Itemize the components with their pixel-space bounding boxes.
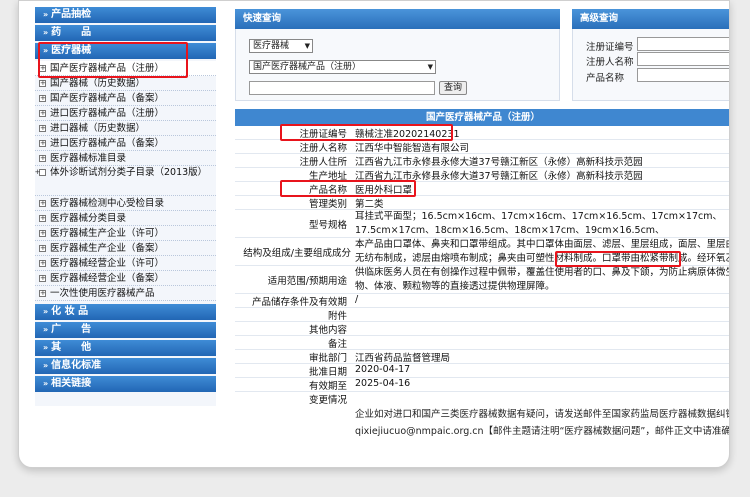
double-arrow-icon: »: [43, 379, 49, 388]
plus-box-icon: +: [39, 64, 46, 72]
query-button[interactable]: 查询: [439, 81, 467, 95]
sidebar: » 产品抽检 » 药 品 » 医疗器械 + 国产医疗器械产品（注册） + 国产器械（历史数…: [35, 7, 216, 439]
sidebar-item[interactable]: + 进口医疗器械产品（注册）: [35, 106, 216, 121]
quick-search-header: 快速查询: [235, 9, 560, 29]
double-arrow-icon: »: [43, 46, 49, 55]
double-arrow-icon: »: [43, 343, 49, 352]
sidebar-item[interactable]: + 医疗器械经营企业（许可）: [35, 256, 216, 271]
table-row: 型号规格 耳挂式平面型；16.5cm×16cm、17cm×16cm、17cm×16…: [235, 210, 729, 238]
sidebar-item[interactable]: + 国产器械（历史数据）: [35, 76, 216, 91]
detail-table-header: 国产医疗器械产品（注册）: [235, 109, 729, 126]
sidebar-item[interactable]: + 医疗器械生产企业（许可）: [35, 226, 216, 241]
sidebar-item[interactable]: + 医疗器械标准目录: [35, 151, 216, 166]
sidebar-section-other[interactable]: » 其 他: [35, 340, 216, 356]
table-row: 备注: [235, 336, 729, 350]
quick-search-panel: 医疗器械 ▼ 国产医疗器械产品（注册） ▼ 查询: [235, 29, 560, 101]
sidebar-section-cosmetics[interactable]: » 化 妆 品: [35, 304, 216, 320]
table-row: 有效期至 2025-04-16: [235, 378, 729, 392]
table-row: 附件: [235, 308, 729, 322]
footer-notice: 企业如对进口和国产三类医疗器械数据有疑问，请发送邮件至国家药监局医疗器械数据纠错…: [29, 406, 729, 439]
advanced-search-header: 高级查询: [572, 9, 729, 29]
double-arrow-icon: »: [43, 28, 49, 37]
table-row: 适用范围/预期用途 供临床医务人员在有创操作过程中佩带，覆盖住使用者的口、鼻及下颌…: [235, 266, 729, 294]
table-row: 产品名称 医用外科口罩: [235, 182, 729, 196]
field-label: 注册证编号: [586, 42, 634, 53]
plus-box-icon: +: [39, 139, 46, 147]
table-row: 其他内容: [235, 322, 729, 336]
table-row: 审批部门 江西省药品监督管理局: [235, 350, 729, 364]
dropdown-arrow-icon: ▼: [427, 63, 433, 71]
advanced-search-panel: 注册证编号 注册人名称 产品名称: [572, 29, 729, 101]
plus-box-icon: +: [39, 94, 46, 102]
table-row: 注册证编号 赣械注准20202140231: [235, 126, 729, 140]
plus-box-icon: +: [39, 109, 46, 117]
double-arrow-icon: »: [43, 307, 49, 316]
sidebar-section-ads[interactable]: » 广 告: [35, 322, 216, 338]
sidebar-item[interactable]: + 医疗器械生产企业（备案）: [35, 241, 216, 256]
sidebar-section-it-standards[interactable]: » 信息化标准: [35, 358, 216, 374]
product-name-input[interactable]: [637, 68, 729, 82]
double-arrow-icon: »: [43, 10, 49, 19]
table-row: 批准日期 2020-04-17: [235, 364, 729, 378]
sidebar-item[interactable]: + 医疗器械经营企业（备案）: [35, 271, 216, 286]
browser-frame: » 产品抽检 » 药 品 » 医疗器械 + 国产医疗器械产品（注册） + 国产器械（历史数…: [18, 0, 730, 468]
plus-box-icon: +: [39, 79, 46, 87]
table-row: 生产地址 江西省九江市永修县永修大道37号赣江新区（永修）高新科技示范园: [235, 168, 729, 182]
sidebar-section-medical-devices[interactable]: » 医疗器械: [35, 43, 216, 59]
sidebar-item[interactable]: + 体外诊断试剂分类子目录（2013版）: [35, 166, 216, 196]
sidebar-section-related-links[interactable]: » 相关链接: [35, 376, 216, 392]
category-select[interactable]: 医疗器械 ▼: [249, 39, 313, 53]
sidebar-item[interactable]: + 一次性使用医疗器械产品: [35, 286, 216, 301]
plus-box-icon: +: [39, 244, 46, 252]
dropdown-arrow-icon: ▼: [304, 42, 310, 50]
sidebar-section-spot-check[interactable]: » 产品抽检: [35, 7, 216, 23]
table-row: 管理类别 第二类: [235, 196, 729, 210]
sidebar-item[interactable]: + 进口器械（历史数据）: [35, 121, 216, 136]
sidebar-item[interactable]: + 国产医疗器械产品（备案）: [35, 91, 216, 106]
table-row: 结构及组成/主要组成成分 本产品由口罩体、鼻夹和口罩带组成。其中口罩体由面层、滤层…: [235, 238, 729, 266]
sidebar-item[interactable]: + 医疗器械分类目录: [35, 211, 216, 226]
sidebar-item[interactable]: + 进口医疗器械产品（备案）: [35, 136, 216, 151]
screen: » 产品抽检 » 药 品 » 医疗器械 + 国产医疗器械产品（注册） + 国产器械（历史数…: [29, 1, 729, 439]
quick-search-input[interactable]: [249, 81, 435, 95]
double-arrow-icon: »: [43, 325, 49, 334]
plus-box-icon: +: [35, 169, 46, 176]
table-row: 注册人名称 江西华中智能智造有限公司: [235, 140, 729, 154]
plus-box-icon: +: [39, 259, 46, 267]
plus-box-icon: +: [39, 289, 46, 297]
table-row: 变更情况: [308, 395, 347, 406]
subcategory-select[interactable]: 国产医疗器械产品（注册） ▼: [249, 60, 436, 74]
plus-box-icon: +: [39, 214, 46, 222]
sidebar-section-drugs[interactable]: » 药 品: [35, 25, 216, 41]
field-label: 产品名称: [586, 73, 625, 84]
table-row: 产品储存条件及有效期 /: [235, 294, 729, 308]
field-label: 注册人名称: [586, 57, 634, 68]
registrant-name-input[interactable]: [637, 52, 729, 66]
plus-box-icon: +: [39, 274, 46, 282]
plus-box-icon: +: [39, 229, 46, 237]
sidebar-item[interactable]: + 医疗器械检测中心受检目录: [35, 196, 216, 211]
table-row: 注册人住所 江西省九江市永修县永修大道37号赣江新区（永修）高新科技示范园: [235, 154, 729, 168]
plus-box-icon: +: [39, 154, 46, 162]
plus-box-icon: +: [39, 199, 46, 207]
sidebar-item-domestic-registered[interactable]: + 国产医疗器械产品（注册）: [35, 61, 216, 76]
double-arrow-icon: »: [43, 361, 49, 370]
registration-number-input[interactable]: [637, 37, 729, 51]
plus-box-icon: +: [39, 124, 46, 132]
